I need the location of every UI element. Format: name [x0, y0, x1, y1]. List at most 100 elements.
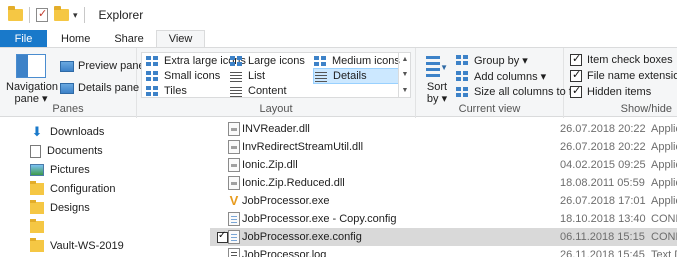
layout-details[interactable]: Details — [313, 68, 399, 84]
layout-small-icons[interactable]: Small icons — [146, 68, 220, 84]
nav-item-designs[interactable]: Designs — [30, 199, 205, 217]
file-row-jobprocessor-copy-config[interactable]: JobProcessor.exe - Copy.config 18.10.201… — [210, 210, 677, 228]
file-name: InvRedirectStreamUtil.dll — [242, 141, 364, 153]
add-columns-label: Add columns ▾ — [474, 70, 547, 83]
panes-group-label: Panes — [52, 103, 84, 115]
file-row-ionic-zip-reduced[interactable]: Ionic.Zip.Reduced.dll 18.08.2011 05:59 A… — [210, 174, 677, 192]
nav-item-label: Documents — [47, 145, 103, 157]
file-row-invreader[interactable]: INVReader.dll 26.07.2018 20:22 Applic — [210, 120, 677, 138]
details-pane-button[interactable]: Details pane — [60, 80, 139, 96]
tab-file[interactable]: File — [0, 30, 47, 47]
group-by-button[interactable]: Group by ▾ — [456, 52, 528, 68]
file-name: Ionic.Zip.Reduced.dll — [242, 177, 345, 189]
customize-quick-access-dropdown-icon[interactable]: ▾ — [73, 10, 78, 20]
file-row-invredirect[interactable]: InvRedirectStreamUtil.dll 26.07.2018 20:… — [210, 138, 677, 156]
navigation-pane-icon — [16, 54, 46, 78]
file-name: Ionic.Zip.dll — [242, 159, 298, 171]
file-date: 26.07.2018 20:22 — [560, 141, 646, 153]
nav-item-unnamed-folder[interactable] — [30, 218, 205, 236]
size-all-columns-button[interactable]: Size all columns to fit — [456, 84, 577, 100]
layout-gallery: Extra large icons Large icons Medium ico… — [141, 52, 411, 98]
nav-item-pictures[interactable]: Pictures 📌 — [30, 161, 228, 179]
file-name-extensions-label: File name extensions — [587, 70, 677, 82]
preview-pane-button[interactable]: Preview pane — [60, 58, 145, 74]
file-name-extensions-checkbox[interactable] — [570, 68, 582, 82]
layout-content[interactable]: Content — [230, 83, 287, 99]
tiles-icon — [146, 85, 160, 97]
file-row-ionic-zip[interactable]: Ionic.Zip.dll 04.02.2015 09:25 Applic — [210, 156, 677, 174]
file-type: CONF — [651, 231, 677, 243]
layout-option-label: Large icons — [248, 55, 305, 67]
file-type: Applic — [651, 141, 677, 153]
nav-item-documents[interactable]: Documents 📌 — [30, 142, 228, 160]
sort-by-button[interactable]: Sort by ▾ — [422, 54, 452, 105]
item-check-boxes-checkbox[interactable] — [570, 52, 582, 66]
show-hide-group: Item check boxes File name extensions Hi… — [564, 48, 677, 118]
toolbar-divider — [83, 7, 85, 23]
sort-by-label: Sort by ▾ — [426, 81, 448, 105]
file-date: 26.07.2018 20:22 — [560, 123, 646, 135]
layout-option-label: Tiles — [164, 85, 187, 97]
medium-icons-icon — [314, 55, 328, 67]
add-columns-button[interactable]: Add columns ▾ — [456, 68, 546, 84]
layout-option-label: Small icons — [164, 70, 221, 82]
preview-pane-label: Preview pane — [78, 60, 145, 72]
file-row-jobprocessor-config[interactable]: JobProcessor.exe.config 06.11.2018 15:15… — [210, 228, 677, 246]
item-check-boxes-toggle[interactable]: Item check boxes — [570, 52, 673, 68]
content-icon — [230, 85, 244, 97]
window-title: Explorer — [98, 8, 144, 22]
small-icons-icon — [146, 70, 160, 82]
folder-icon — [30, 200, 44, 214]
new-folder-icon[interactable] — [54, 6, 69, 21]
navigation-pane-button[interactable]: Navigation pane ▾ — [6, 54, 58, 105]
config-file-icon — [228, 212, 240, 226]
file-name-extensions-toggle[interactable]: File name extensions — [570, 68, 677, 84]
current-view-group-label: Current view — [458, 103, 521, 115]
file-type: Applic — [651, 123, 677, 135]
file-date: 04.02.2015 09:25 — [560, 159, 646, 171]
hidden-items-toggle[interactable]: Hidden items — [570, 84, 651, 100]
tab-home[interactable]: Home — [49, 30, 102, 47]
layout-gallery-scroll[interactable]: ▲ ▼ ▼ — [398, 52, 411, 98]
layout-option-label: Details — [333, 70, 367, 82]
dll-file-icon — [228, 158, 240, 172]
details-pane-icon — [60, 82, 74, 94]
nav-item-label: Downloads — [50, 126, 105, 138]
file-name: JobProcessor.log — [242, 249, 327, 257]
folder-icon — [30, 219, 44, 233]
layout-tiles[interactable]: Tiles — [146, 83, 187, 99]
extra-large-icons-icon — [146, 55, 160, 67]
nav-item-vault-ws-2019[interactable]: Vault-WS-2019 — [30, 237, 205, 255]
file-row-jobprocessor-exe[interactable]: V JobProcessor.exe 26.07.2018 17:01 Appl… — [210, 192, 677, 210]
expand-gallery-icon[interactable]: ▼ — [402, 87, 409, 94]
tab-view[interactable]: View — [155, 30, 206, 47]
dll-file-icon — [228, 176, 240, 190]
hidden-items-checkbox[interactable] — [570, 84, 582, 98]
log-file-icon — [228, 248, 240, 257]
row-checkbox[interactable] — [217, 230, 228, 243]
scroll-down-icon[interactable]: ▼ — [402, 71, 409, 78]
nav-item-configuration[interactable]: Configuration — [30, 180, 205, 198]
tab-share[interactable]: Share — [102, 30, 155, 47]
layout-list[interactable]: List — [230, 68, 265, 84]
ribbon-tabs: File Home Share View — [0, 30, 677, 47]
layout-option-label: Medium icons — [332, 55, 400, 67]
layout-large-icons[interactable]: Large icons — [230, 53, 305, 69]
file-type: Applic — [651, 195, 677, 207]
navigation-pane-label: Navigation pane ▾ — [6, 81, 58, 105]
properties-icon[interactable] — [36, 7, 48, 22]
dll-file-icon — [228, 122, 240, 136]
size-all-columns-label: Size all columns to fit — [474, 86, 578, 98]
details-pane-label: Details pane — [78, 82, 140, 94]
nav-item-label: Pictures — [50, 164, 90, 176]
layout-medium-icons[interactable]: Medium icons — [314, 53, 400, 69]
add-columns-icon — [456, 70, 470, 82]
sort-by-icon — [426, 54, 448, 78]
navigation-pane: ⬇ Downloads 📌 Documents 📌 Pictures 📌 Con… — [0, 118, 229, 257]
file-row-jobprocessor-log[interactable]: JobProcessor.log 26.11.2018 15:45 Text D — [210, 246, 677, 257]
nav-item-downloads[interactable]: ⬇ Downloads 📌 — [30, 123, 229, 141]
toolbar-divider — [29, 7, 30, 23]
scroll-up-icon[interactable]: ▲ — [402, 56, 409, 63]
group-by-icon — [456, 54, 470, 66]
file-name: JobProcessor.exe.config — [242, 231, 362, 243]
